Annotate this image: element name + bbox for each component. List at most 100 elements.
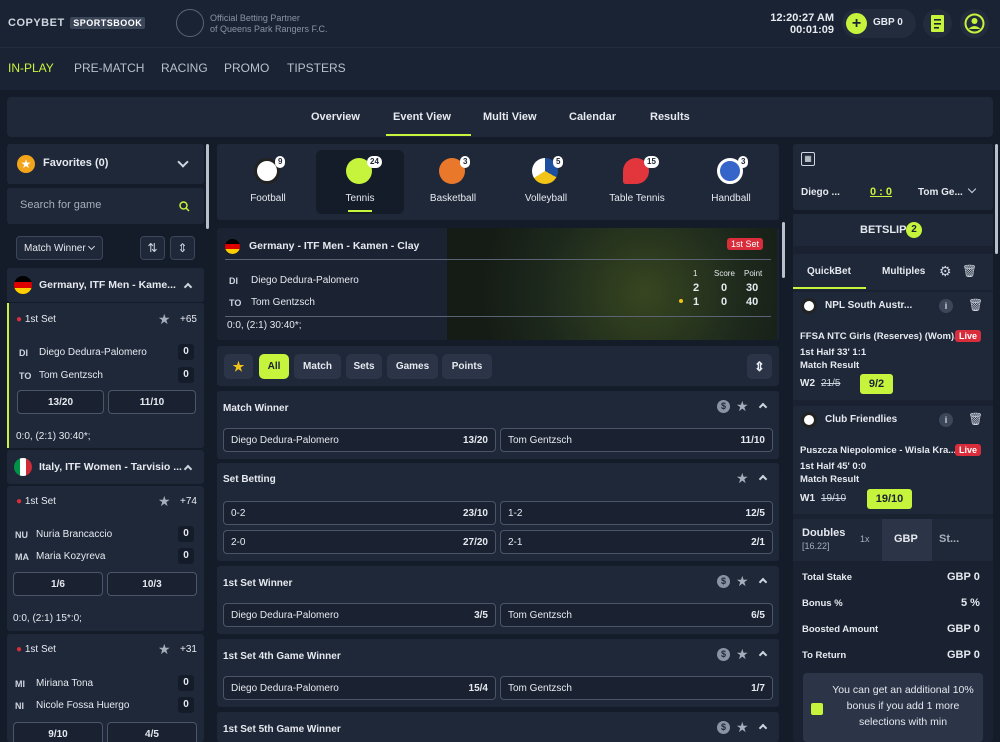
more-markets[interactable]: +65 — [180, 314, 197, 325]
chevron-up-icon[interactable] — [183, 464, 193, 474]
star-icon[interactable]: ★ — [736, 647, 749, 661]
betslip-history-button[interactable] — [923, 9, 952, 38]
odds-button[interactable]: 1/6 — [13, 572, 103, 596]
chevron-up-icon[interactable] — [183, 282, 193, 292]
tab-multi-view[interactable]: Multi View — [483, 111, 537, 123]
cashout-icon: $ — [717, 400, 730, 413]
filter-games[interactable]: Games — [387, 354, 438, 379]
left-scrollbar[interactable] — [206, 144, 209, 229]
nav-promo[interactable]: PROMO — [224, 61, 269, 75]
odds-button[interactable]: 0-2 23/10 — [223, 501, 496, 525]
star-icon[interactable]: ★ — [158, 642, 171, 656]
league-header[interactable]: Italy, ITF Women - Tarvisio ... — [7, 450, 204, 484]
market-select[interactable]: Match Winner — [16, 236, 103, 260]
search-icon[interactable] — [179, 201, 190, 212]
filter-all[interactable]: All — [259, 354, 289, 379]
multiplier[interactable]: 1x — [860, 534, 870, 544]
odds-button[interactable]: 11/10 — [108, 390, 196, 414]
filter-sets[interactable]: Sets — [346, 354, 382, 379]
mini-scoreboard[interactable]: ▦ Diego ... 0 : 0 Tom Ge... — [793, 144, 993, 210]
star-icon[interactable]: ★ — [158, 494, 171, 508]
filter-match[interactable]: Match — [294, 354, 341, 379]
more-markets[interactable]: +74 — [180, 496, 197, 507]
chevron-up-icon[interactable] — [758, 474, 768, 484]
center-scrollbar[interactable] — [782, 222, 785, 278]
italy-flag-icon — [14, 458, 32, 476]
star-icon[interactable]: ★ — [158, 312, 171, 326]
settings-gear-icon[interactable]: ⚙ — [939, 263, 952, 280]
mini-score: 0 : 0 — [870, 186, 893, 198]
betslip-count-badge: 2 — [906, 222, 922, 238]
chevron-up-icon[interactable] — [758, 650, 768, 660]
star-icon[interactable]: ★ — [736, 399, 749, 413]
stake-input[interactable]: St... — [939, 533, 959, 545]
remove-bet-trash-icon[interactable]: 🗑 — [968, 412, 983, 426]
chevron-up-icon[interactable] — [758, 577, 768, 587]
event-card[interactable]: ● 1st Set ★ +74 NU Nuria Brancaccio 0 MA… — [7, 486, 204, 631]
nav-tipsters[interactable]: TIPSTERS — [287, 61, 346, 75]
odds-button[interactable]: Diego Dedura-Palomero 13/20 — [223, 428, 496, 452]
tab-quickbet[interactable]: QuickBet — [807, 266, 851, 277]
tab-results[interactable]: Results — [650, 111, 690, 123]
sport-football[interactable]: 9 Football — [224, 150, 312, 214]
odds-button[interactable]: 9/10 — [13, 722, 103, 742]
star-icon[interactable]: ★ — [736, 471, 749, 485]
chevron-up-icon[interactable] — [758, 723, 768, 733]
collapse-all-icon[interactable]: ⇕ — [170, 236, 195, 260]
nav-racing[interactable]: RACING — [161, 61, 208, 75]
sport-volleyball[interactable]: 5 Volleyball — [502, 150, 590, 214]
favorites-panel[interactable]: ★ Favorites (0) — [7, 144, 204, 184]
tab-event-view[interactable]: Event View — [393, 111, 451, 123]
search-input[interactable]: Search for game — [20, 199, 101, 211]
tab-calendar[interactable]: Calendar — [569, 111, 616, 123]
odds-button[interactable]: 10/3 — [107, 572, 197, 596]
event-card[interactable]: ● 1st Set ★ +31 MI Miriana Tona 0 NI Nic… — [7, 634, 204, 742]
odds-button[interactable]: 1-2 12/5 — [500, 501, 773, 525]
collapse-markets-icon[interactable]: ⇕ — [747, 354, 772, 379]
search-box[interactable]: Search for game — [7, 188, 204, 224]
star-icon[interactable]: ★ — [736, 720, 749, 734]
league-header[interactable]: Germany, ITF Men - Kame... — [7, 268, 204, 302]
right-scrollbar[interactable] — [995, 144, 998, 254]
odds-button[interactable]: Tom Gentzsch 6/5 — [500, 603, 773, 627]
info-icon[interactable]: i — [939, 299, 953, 313]
remove-bet-trash-icon[interactable]: 🗑 — [968, 298, 983, 312]
odds-button[interactable]: 2-1 2/1 — [500, 530, 773, 554]
nav-pre-match[interactable]: PRE-MATCH — [74, 61, 144, 75]
balance-pill[interactable]: + GBP 0 — [842, 9, 916, 38]
odds-button[interactable]: 4/5 — [107, 722, 197, 742]
market-1st-set-5th-game-winner: 1st Set 5th Game Winner $ ★ — [217, 712, 779, 742]
brand-logo[interactable]: COPYBET SPORTSBOOK — [8, 17, 146, 29]
sport-handball[interactable]: 3 Handball — [687, 150, 775, 214]
scoreboard: Germany - ITF Men - Kamen - Clay 1st Set… — [217, 228, 779, 340]
currency-select[interactable]: GBP — [882, 519, 932, 561]
nav-in-play[interactable]: IN-PLAY — [8, 61, 54, 75]
odds-button[interactable]: Tom Gentzsch 11/10 — [500, 428, 773, 452]
chevron-down-icon[interactable] — [177, 156, 189, 168]
bet-item[interactable]: NPL South Austr... i 🗑 FFSA NTC Girls (R… — [793, 292, 993, 400]
filter-points[interactable]: Points — [442, 354, 492, 379]
tab-multiples[interactable]: Multiples — [882, 266, 925, 277]
deposit-plus-icon[interactable]: + — [846, 13, 867, 34]
odds-button[interactable]: Tom Gentzsch 1/7 — [500, 676, 773, 700]
odds-button[interactable]: 13/20 — [17, 390, 104, 414]
event-card[interactable]: ● 1st Set ★ +65 DI Diego Dedura-Palomero… — [7, 303, 204, 448]
star-icon[interactable]: ★ — [736, 574, 749, 588]
chevron-up-icon[interactable] — [758, 402, 768, 412]
tab-overview[interactable]: Overview — [311, 111, 360, 123]
sport-tennis[interactable]: 24 Tennis — [316, 150, 404, 214]
more-markets[interactable]: +31 — [180, 644, 197, 655]
info-icon[interactable]: i — [939, 413, 953, 427]
favorites-filter-star-icon[interactable]: ★ — [224, 354, 253, 379]
odds-button[interactable]: Diego Dedura-Palomero 15/4 — [223, 676, 496, 700]
sport-basketball[interactable]: 3 Basketball — [409, 150, 497, 214]
live-indicator — [7, 303, 9, 448]
delete-all-trash-icon[interactable]: 🗑 — [962, 264, 977, 278]
odds-button[interactable]: Diego Dedura-Palomero 3/5 — [223, 603, 496, 627]
bet-item[interactable]: Club Friendlies i 🗑 Puszcza Niepolomice … — [793, 406, 993, 514]
odds-button[interactable]: 2-0 27/20 — [223, 530, 496, 554]
chevron-down-icon[interactable] — [967, 184, 977, 194]
profile-button[interactable] — [960, 9, 989, 38]
sort-icon[interactable]: ⇅ — [140, 236, 165, 260]
sport-table-tennis[interactable]: 15 Table Tennis — [593, 150, 681, 214]
